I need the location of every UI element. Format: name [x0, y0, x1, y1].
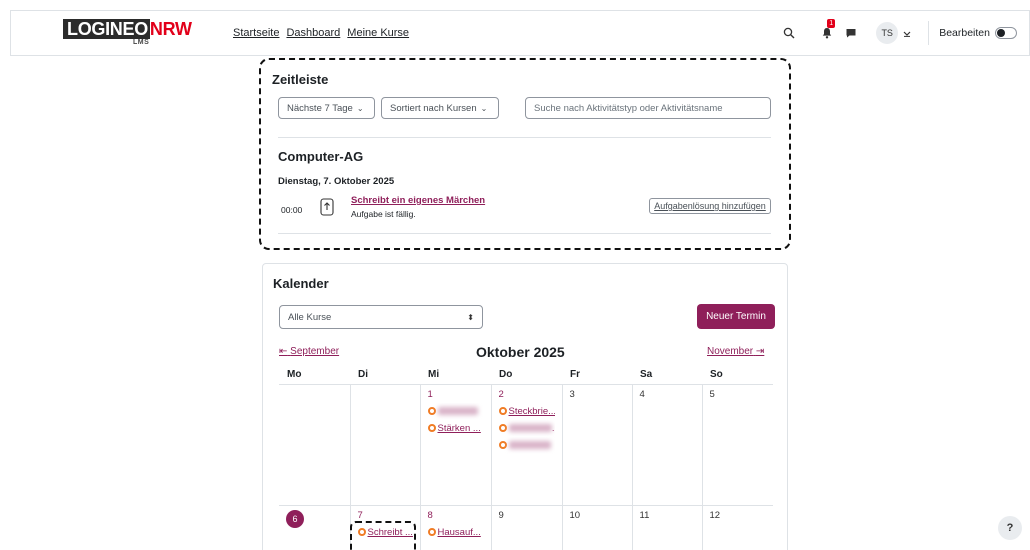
blurred-event-name	[508, 424, 552, 432]
day-number[interactable]: 11	[640, 510, 695, 524]
search-icon[interactable]	[778, 22, 800, 44]
day-number[interactable]: 8	[428, 510, 484, 524]
nav-link-dashboard[interactable]: Dashboard	[286, 27, 340, 39]
calendar-day-10[interactable]: 10	[561, 504, 633, 550]
user-avatar[interactable]: TS	[876, 22, 899, 44]
calendar-event[interactable]: Hausauf...	[427, 524, 484, 541]
calendar-event-link[interactable]: Steckbrie...	[509, 406, 555, 417]
calendar-day-11[interactable]: 11	[631, 504, 703, 550]
day-number[interactable]: 1	[428, 389, 484, 403]
calendar-event-link[interactable]: Stärken ...	[438, 423, 481, 434]
event-dot-icon	[498, 407, 507, 415]
day-number[interactable]: 2	[499, 389, 555, 403]
weekday-header: Di	[358, 369, 368, 381]
weekday-header: So	[710, 369, 723, 381]
edit-mode-toggle[interactable]	[995, 27, 1017, 39]
prev-month-link[interactable]: ⇤ September	[279, 346, 339, 357]
event-dot-icon	[427, 407, 436, 415]
weekday-header: Mi	[428, 369, 440, 381]
logineo-logo[interactable]: LOGINEO NRW LMS	[63, 19, 192, 46]
next-month-label: November	[707, 346, 754, 357]
next-month-link[interactable]: November ⇥	[707, 346, 764, 357]
calendar-week-row: 1 Stärken ... 2 Steckbrie... . 3 4 5	[279, 383, 773, 506]
notification-count-badge: 1	[827, 19, 836, 28]
chevron-down-icon[interactable]	[900, 22, 914, 44]
arrow-left-icon: ⇤	[279, 346, 288, 357]
calendar-month-title: Oktober 2025	[476, 344, 565, 360]
calendar-day-2[interactable]: 2 Steckbrie... .	[490, 383, 563, 506]
day-number[interactable]: 9	[499, 510, 555, 524]
calendar-event[interactable]: Steckbrie...	[498, 403, 555, 420]
blurred-event-name	[437, 407, 478, 415]
calendar-day-9[interactable]: 9	[490, 504, 563, 550]
calendar-day-12[interactable]: 12	[701, 504, 773, 550]
calendar-event[interactable]	[498, 437, 555, 454]
calendar-day-empty	[279, 383, 351, 506]
primary-navigation: Startseite Dashboard Meine Kurse	[233, 27, 409, 39]
event-dashed-highlight	[350, 521, 416, 550]
calendar-event-link[interactable]: Hausauf...	[438, 527, 481, 538]
logo-sub: LMS	[133, 39, 150, 46]
calendar-day-8[interactable]: 8 Hausauf...	[419, 504, 492, 550]
timeline-dashed-highlight	[259, 58, 791, 250]
help-button[interactable]: ?	[998, 516, 1022, 540]
weekday-header: Sa	[640, 369, 653, 381]
calendar-event[interactable]: .	[498, 420, 555, 437]
arrow-right-icon: ⇥	[755, 346, 765, 357]
weekday-header: Fr	[570, 369, 580, 381]
calendar-course-select-label: Alle Kurse	[288, 311, 332, 323]
calendar-day-1[interactable]: 1 Stärken ...	[419, 383, 492, 506]
blurred-event-name	[508, 441, 551, 449]
calendar-day-empty	[349, 383, 421, 506]
calendar-card: Kalender Alle Kurse ⬍ Neuer Termin ⇤ Sep…	[262, 263, 788, 550]
day-number[interactable]: 5	[710, 389, 767, 403]
calendar-day-5[interactable]: 5	[701, 383, 773, 506]
event-dot-icon	[427, 424, 436, 432]
calendar-course-select[interactable]: Alle Kurse ⬍	[279, 305, 483, 329]
weekday-header: Do	[499, 369, 513, 381]
calendar-heading: Kalender	[273, 276, 329, 291]
top-navbar: LOGINEO NRW LMS Startseite Dashboard Mein…	[10, 10, 1030, 56]
today-marker[interactable]: 6	[286, 509, 304, 528]
calendar-event[interactable]	[427, 403, 484, 420]
nav-divider	[928, 21, 930, 45]
calendar-event[interactable]: Stärken ...	[427, 420, 484, 437]
weekday-header: Mo	[287, 369, 302, 381]
messages-icon[interactable]	[840, 22, 862, 44]
new-event-button[interactable]: Neuer Termin	[697, 304, 775, 329]
day-number[interactable]: 4	[640, 389, 695, 403]
weekday-header-row: Mo Di Mi Do Fr Sa So	[279, 366, 773, 384]
logo-part-a: LOGINEO	[63, 19, 150, 39]
prev-month-label: September	[290, 346, 340, 357]
event-dot-icon	[498, 441, 507, 449]
user-nav: 1 TS Bearbeiten	[778, 11, 1029, 55]
event-dot-icon	[498, 424, 507, 432]
event-name-suffix: .	[551, 422, 555, 434]
nav-link-home[interactable]: Startseite	[233, 27, 279, 39]
nav-link-my-courses[interactable]: Meine Kurse	[347, 27, 409, 39]
event-dot-icon	[427, 528, 436, 536]
logo-part-b: NRW	[149, 19, 192, 39]
day-number[interactable]: 10	[570, 510, 625, 524]
day-number[interactable]: 3	[570, 389, 625, 403]
calendar-day-4[interactable]: 4	[631, 383, 703, 506]
select-arrows-icon: ⬍	[467, 312, 474, 322]
calendar-day-6[interactable]: 6	[279, 504, 351, 550]
edit-mode-label: Bearbeiten	[939, 27, 990, 39]
day-number[interactable]: 12	[710, 510, 767, 524]
notification-bell-icon[interactable]: 1	[816, 19, 838, 44]
calendar-day-3[interactable]: 3	[561, 383, 633, 506]
